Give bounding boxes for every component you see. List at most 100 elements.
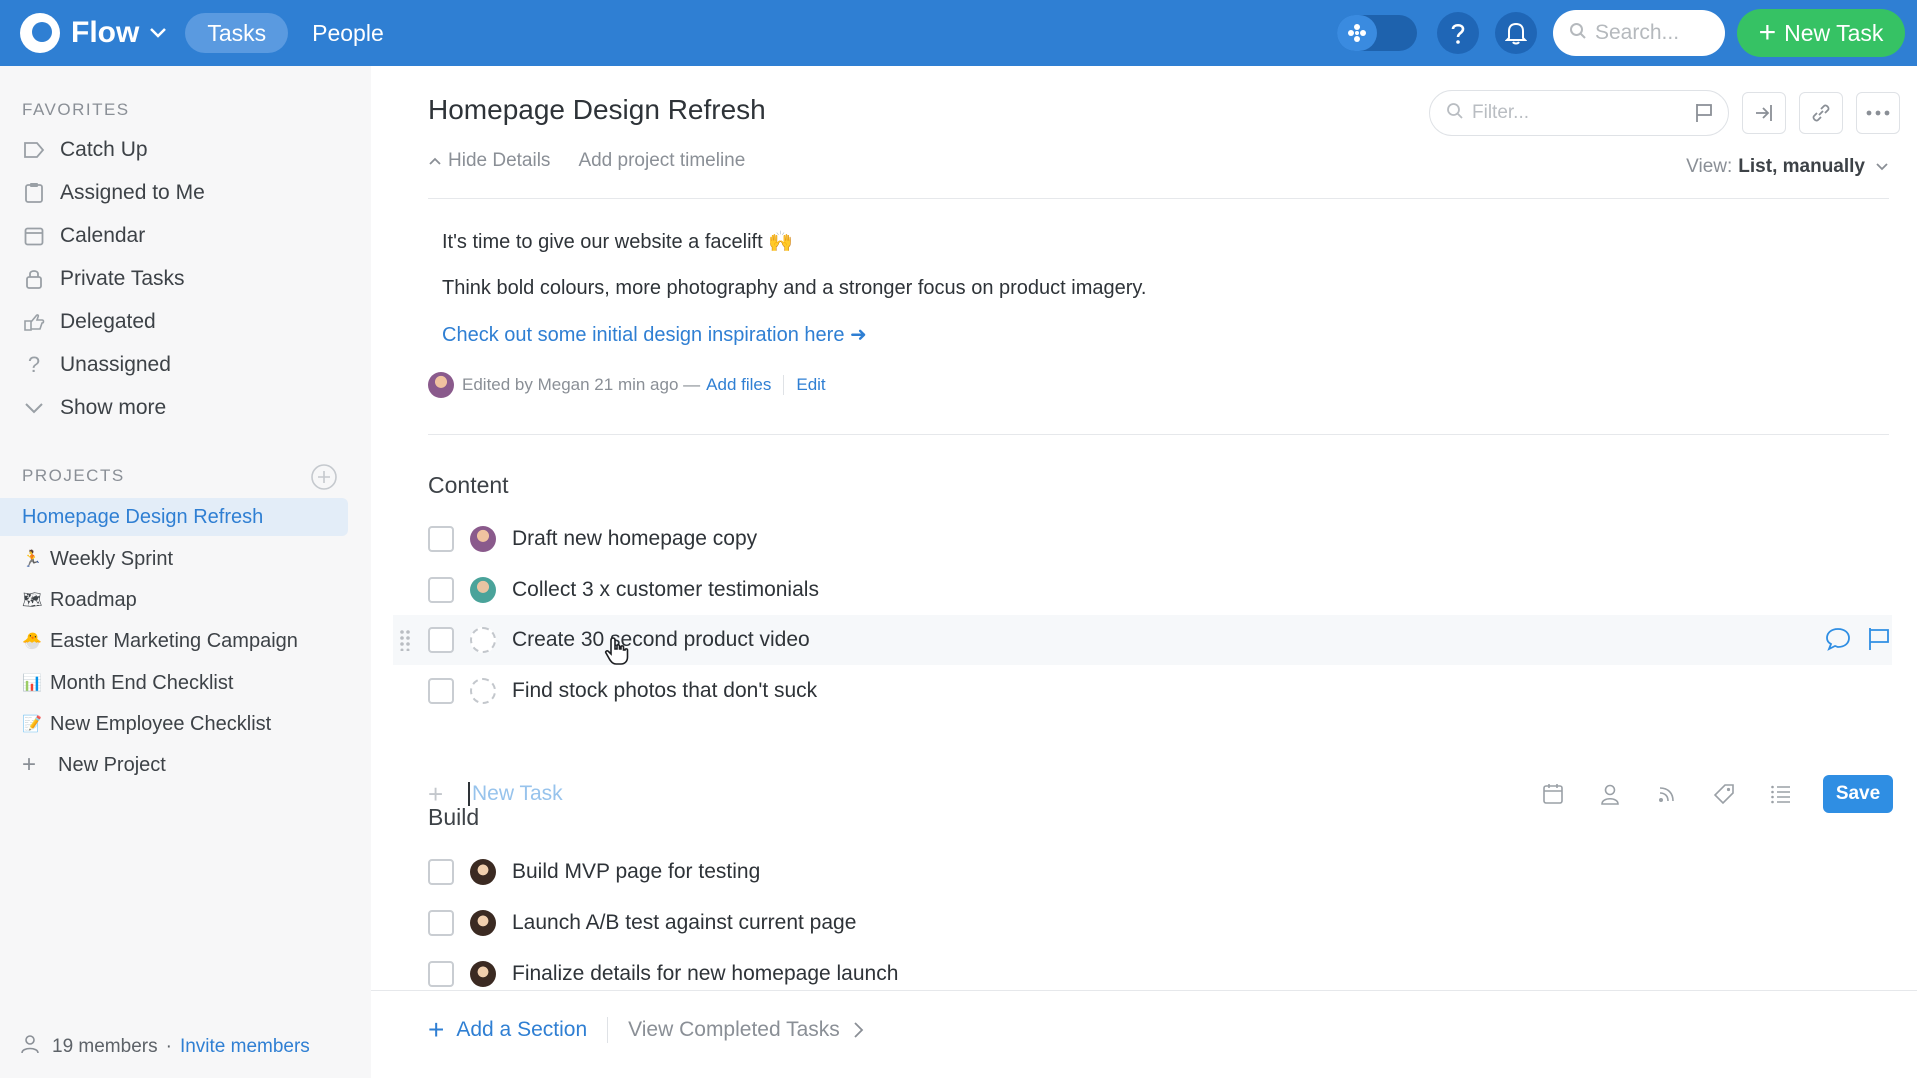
assignee-avatar[interactable] [470, 961, 496, 987]
tab-tasks[interactable]: Tasks [185, 13, 289, 53]
hide-details-label: Hide Details [448, 150, 551, 171]
comment-icon[interactable] [1824, 626, 1852, 657]
project-sub-links: Hide Details Add project timeline [428, 150, 745, 172]
search-box[interactable] [1553, 10, 1725, 56]
assignee-placeholder-icon[interactable] [470, 627, 496, 653]
subscribers-icon[interactable] [1652, 779, 1682, 809]
app-logo[interactable]: Flow [20, 13, 167, 53]
assignee-placeholder-icon[interactable] [470, 678, 496, 704]
help-icon[interactable] [1437, 12, 1479, 54]
notification-bell-icon[interactable] [1495, 12, 1537, 54]
sidebar-item-private-tasks[interactable]: Private Tasks [22, 261, 185, 297]
bottom-actions: + Add a Section View Completed Tasks [428, 1016, 864, 1044]
runner-icon: 🏃 [22, 551, 42, 568]
task-checkbox[interactable] [428, 577, 454, 603]
lock-icon [22, 267, 46, 291]
new-project-button[interactable]: + New Project [0, 746, 348, 784]
sidebar-item-label: Private Tasks [60, 267, 185, 290]
invite-members-link[interactable]: Invite members [180, 1036, 310, 1058]
view-completed-tasks-link[interactable]: View Completed Tasks [628, 1018, 864, 1042]
catch-up-icon [22, 138, 46, 162]
add-project-icon[interactable] [310, 463, 338, 496]
add-project-timeline-link[interactable]: Add project timeline [578, 150, 745, 172]
assignee-avatar[interactable] [470, 910, 496, 936]
edit-description-link[interactable]: Edit [796, 375, 825, 395]
separator [783, 375, 785, 395]
sidebar-item-catch-up[interactable]: Catch Up [22, 132, 148, 168]
calendar-icon [22, 224, 46, 248]
assignee-icon[interactable] [1595, 779, 1625, 809]
task-row[interactable]: Collect 3 x customer testimonials [393, 565, 1892, 615]
task-checkbox[interactable] [428, 678, 454, 704]
hand-cursor-icon [604, 636, 630, 671]
task-row[interactable]: Draft new homepage copy [393, 514, 1892, 564]
task-title: Build MVP page for testing [512, 860, 761, 883]
project-easter-marketing-campaign[interactable]: 🐣 Easter Marketing Campaign [0, 622, 348, 660]
top-bar: Flow Tasks People Search... + New Task [0, 0, 1917, 66]
app-name: Flow [71, 16, 140, 49]
chevron-down-icon[interactable] [149, 27, 167, 39]
checklist-icon[interactable] [1766, 779, 1796, 809]
project-homepage-design-refresh[interactable]: Homepage Design Refresh [0, 498, 348, 536]
sidebar-item-calendar[interactable]: Calendar [22, 218, 145, 254]
save-button[interactable]: Save [1823, 775, 1893, 813]
sidebar-item-assigned-to-me[interactable]: Assigned to Me [22, 175, 205, 211]
export-icon[interactable] [1742, 92, 1786, 134]
flag-icon[interactable] [1866, 626, 1892, 657]
hide-details-button[interactable]: Hide Details [428, 150, 550, 172]
filter-box[interactable] [1429, 90, 1729, 136]
more-options-icon[interactable] [1856, 92, 1900, 134]
drag-handle-icon[interactable] [399, 629, 411, 656]
add-section-button[interactable]: + Add a Section [428, 1016, 587, 1044]
projects-heading: PROJECTS [22, 466, 125, 485]
filter-input[interactable] [1472, 102, 1672, 124]
topbar-actions: + New Task [1337, 0, 1905, 66]
task-checkbox[interactable] [428, 627, 454, 653]
task-row[interactable]: Launch A/B test against current page [393, 898, 1892, 948]
task-checkbox[interactable] [428, 526, 454, 552]
flag-filter-icon[interactable] [1694, 102, 1714, 129]
avatar [428, 372, 454, 398]
assignee-avatar[interactable] [470, 526, 496, 552]
project-label: Month End Checklist [50, 671, 234, 694]
new-task-button[interactable]: + New Task [1737, 9, 1905, 57]
flow-logo-icon [20, 13, 60, 53]
sidebar-item-delegated[interactable]: Delegated [22, 304, 156, 340]
project-weekly-sprint[interactable]: 🏃 Weekly Sprint [0, 540, 348, 578]
add-files-link[interactable]: Add files [706, 375, 771, 395]
add-section-label: Add a Section [456, 1018, 588, 1041]
bottom-divider [371, 990, 1917, 991]
new-task-entry: + Save [428, 772, 1893, 816]
sidebar-item-label: Assigned to Me [60, 181, 205, 204]
task-row[interactable]: Finalize details for new homepage launch [393, 949, 1892, 999]
project-roadmap[interactable]: 🗺 Roadmap [0, 581, 348, 619]
search-icon [1446, 102, 1464, 125]
design-inspiration-link[interactable]: Check out some initial design inspiratio… [442, 322, 867, 347]
sidebar-item-unassigned[interactable]: ? Unassigned [22, 347, 171, 383]
view-completed-label: View Completed Tasks [628, 1018, 840, 1041]
focus-mode-toggle[interactable] [1337, 15, 1417, 51]
search-input[interactable] [1595, 21, 1715, 45]
assignee-avatar[interactable] [470, 859, 496, 885]
view-mode-selector[interactable]: View: List, manually [1686, 156, 1889, 178]
task-checkbox[interactable] [428, 961, 454, 987]
project-month-end-checklist[interactable]: 📊 Month End Checklist [0, 664, 348, 702]
link-icon[interactable] [1799, 92, 1843, 134]
sidebar-item-show-more[interactable]: Show more [22, 390, 166, 426]
memo-icon: 📝 [22, 716, 42, 733]
new-task-tools: Save [1538, 772, 1893, 816]
tab-people[interactable]: People [290, 13, 406, 53]
task-row[interactable]: Build MVP page for testing [393, 847, 1892, 897]
new-task-input[interactable] [468, 782, 1168, 806]
project-new-employee-checklist[interactable]: 📝 New Employee Checklist [0, 705, 348, 743]
task-checkbox[interactable] [428, 910, 454, 936]
task-row[interactable]: Find stock photos that don't suck [393, 666, 1892, 716]
details-top-divider [428, 198, 1889, 199]
due-date-icon[interactable] [1538, 779, 1568, 809]
project-label: Roadmap [50, 588, 137, 611]
chevron-down-icon [22, 396, 46, 420]
task-checkbox[interactable] [428, 859, 454, 885]
tag-icon[interactable] [1709, 779, 1739, 809]
question-mark-icon: ? [27, 352, 41, 377]
assignee-avatar[interactable] [470, 577, 496, 603]
